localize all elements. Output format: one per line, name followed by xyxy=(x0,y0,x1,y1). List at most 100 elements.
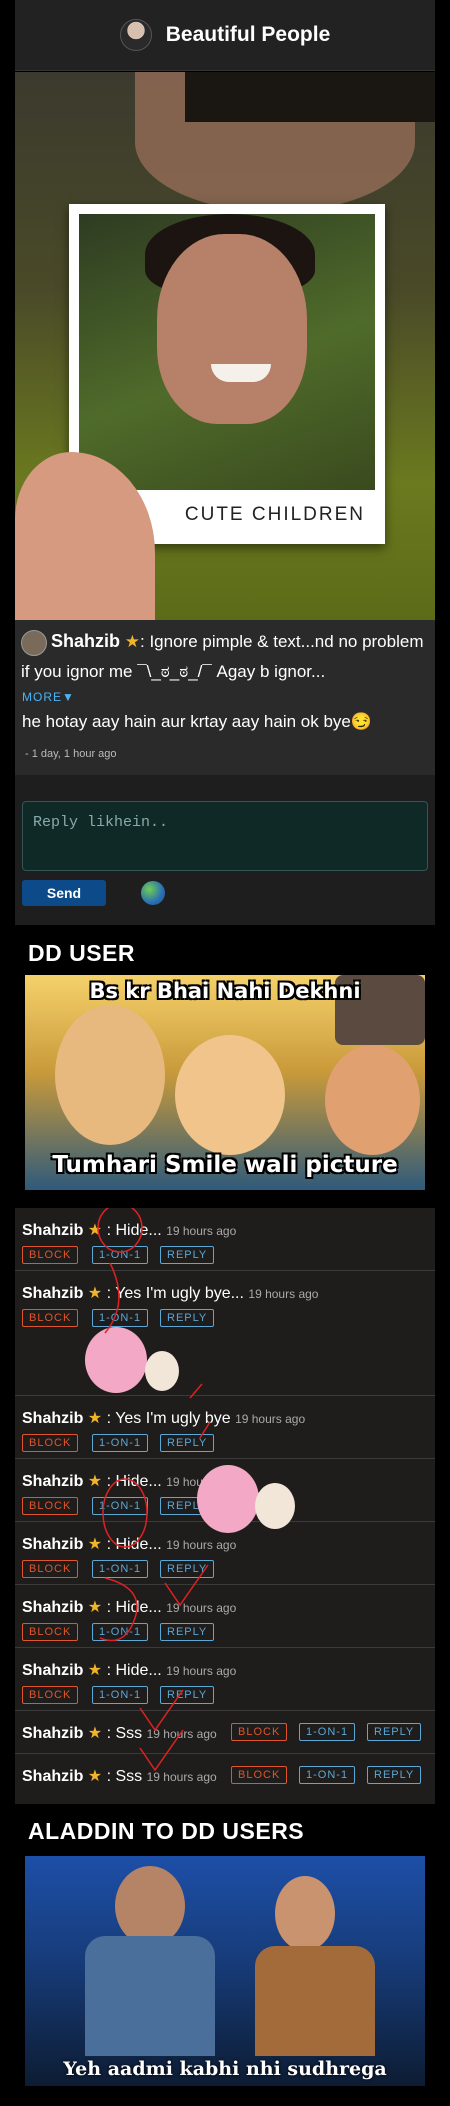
page-header: Beautiful People xyxy=(15,0,435,71)
comment-username[interactable]: Shahzib xyxy=(22,1222,83,1239)
meme-caption: Yeh aadmi kabhi nhi sudhrega xyxy=(63,2058,387,2080)
one-on-one-button[interactable]: 1-ON-1 xyxy=(92,1623,149,1641)
comment-row: Shahzib ★ : Hide... 19 hours ago BLOCK 1… xyxy=(15,1208,435,1271)
comment-text: : Sss xyxy=(106,1768,143,1785)
polaroid-photo xyxy=(79,214,375,490)
comments-list: Shahzib ★ : Hide... 19 hours ago BLOCK 1… xyxy=(15,1208,435,1804)
comment-text: : Hide... xyxy=(106,1473,162,1490)
woman-body xyxy=(255,1946,375,2056)
comment-time: 19 hours ago xyxy=(166,1538,237,1552)
comment-username[interactable]: Shahzib xyxy=(22,1536,83,1553)
comment-text: : Hide... xyxy=(106,1599,162,1616)
star-icon: ★ xyxy=(87,1410,103,1427)
meme-image-2[interactable]: Yeh aadmi kabhi nhi sudhrega xyxy=(25,1856,425,2086)
meme-image-1[interactable]: Bs kr Bhai Nahi Dekhni Tumhari Smile wal… xyxy=(25,975,425,1190)
block-button[interactable]: BLOCK xyxy=(22,1309,79,1327)
one-on-one-button[interactable]: 1-ON-1 xyxy=(299,1766,356,1784)
comment-row: Shahzib ★ : Sss 19 hours ago BLOCK 1-ON-… xyxy=(15,1711,435,1754)
profile-avatar[interactable] xyxy=(119,19,152,51)
block-button[interactable]: BLOCK xyxy=(22,1497,79,1515)
comment-username[interactable]: Shahzib xyxy=(22,1473,83,1490)
comment-username[interactable]: Shahzib xyxy=(22,1599,83,1616)
page-title: Beautiful People xyxy=(165,23,331,46)
globe-icon[interactable] xyxy=(141,881,165,905)
meme-bottom-text: Tumhari Smile wali picture xyxy=(52,1152,398,1178)
block-button[interactable]: BLOCK xyxy=(22,1434,79,1452)
man-face xyxy=(115,1866,185,1946)
comment-row: Shahzib ★ : Hide... 19 hours ago BLOCK 1… xyxy=(15,1522,435,1585)
reply-button[interactable]: REPLY xyxy=(160,1686,215,1704)
one-on-one-button[interactable]: 1-ON-1 xyxy=(92,1434,149,1452)
comment-row: Shahzib ★ : Yes I'm ugly bye 19 hours ag… xyxy=(15,1396,435,1459)
reply-button[interactable]: REPLY xyxy=(160,1560,215,1578)
block-button[interactable]: BLOCK xyxy=(231,1723,288,1741)
comment-line: Shahzib ★ : Hide... 19 hours ago xyxy=(22,1660,236,1680)
block-button[interactable]: BLOCK xyxy=(22,1686,79,1704)
star-icon: ★ xyxy=(87,1599,103,1616)
block-button[interactable]: BLOCK xyxy=(22,1246,79,1264)
reply-button[interactable]: REPLY xyxy=(160,1434,215,1452)
comment-time: 19 hours ago xyxy=(235,1412,306,1426)
comment-row: Shahzib ★ : Hide... 19 hours ago BLOCK 1… xyxy=(15,1648,435,1711)
comment-text: : Hide... xyxy=(106,1662,162,1679)
comment-time: 19 hours ago xyxy=(146,1770,217,1784)
post-text-line: Shahzib ★: Ignore pimple & text...nd no … xyxy=(21,626,429,687)
comment-line: Shahzib ★ : Sss 19 hours ago xyxy=(22,1766,217,1786)
comment-time: 19 hours ago xyxy=(146,1727,217,1741)
comment-row: Shahzib ★ : Hide... 19 hours ago BLOCK 1… xyxy=(15,1459,435,1533)
comment-line: Shahzib ★ : Sss 19 hours ago xyxy=(22,1723,217,1743)
comment-username[interactable]: Shahzib xyxy=(22,1725,83,1742)
comment-line: Shahzib ★ : Yes I'm ugly bye 19 hours ag… xyxy=(22,1408,305,1428)
comment-text: : Yes I'm ugly bye... xyxy=(106,1285,244,1302)
section-title-dd-user: DD USER xyxy=(28,940,136,966)
comment-username[interactable]: Shahzib xyxy=(22,1662,83,1679)
reply-button[interactable]: REPLY xyxy=(160,1246,215,1264)
block-button[interactable]: BLOCK xyxy=(231,1766,288,1784)
comment-line: Shahzib ★ : Hide... 19 hours ago xyxy=(22,1597,236,1617)
reply-button[interactable]: REPLY xyxy=(367,1723,422,1741)
user-avatar[interactable] xyxy=(21,629,47,656)
block-button[interactable]: BLOCK xyxy=(22,1623,79,1641)
comment-text: : Sss xyxy=(106,1725,143,1742)
star-icon: ★ xyxy=(87,1285,103,1302)
comment-text: : Yes I'm ugly bye xyxy=(106,1410,231,1427)
comment-time: 19 hours ago xyxy=(166,1664,237,1678)
woman-face xyxy=(275,1876,335,1951)
cartoon-face-center xyxy=(175,1035,285,1155)
smile-shape xyxy=(211,364,271,382)
cartoon-face-left xyxy=(55,1005,165,1145)
star-icon: ★ xyxy=(124,632,140,651)
one-on-one-button[interactable]: 1-ON-1 xyxy=(92,1560,149,1578)
man-body xyxy=(85,1936,215,2056)
one-on-one-button[interactable]: 1-ON-1 xyxy=(92,1309,149,1327)
comment-text: : Hide... xyxy=(106,1536,162,1553)
reply-button[interactable]: REPLY xyxy=(367,1766,422,1784)
comment-row: Shahzib ★ : Sss 19 hours ago BLOCK 1-ON-… xyxy=(15,1754,435,1796)
meme-top-text: Bs kr Bhai Nahi Dekhni xyxy=(89,979,361,1003)
one-on-one-button[interactable]: 1-ON-1 xyxy=(92,1497,149,1515)
comment-time: 19 hours ago xyxy=(166,1601,237,1615)
post-text-2: he hotay aay hain aur krtay aay hain ok … xyxy=(22,712,373,731)
one-on-one-button[interactable]: 1-ON-1 xyxy=(92,1686,149,1704)
one-on-one-button[interactable]: 1-ON-1 xyxy=(299,1723,356,1741)
one-on-one-button[interactable]: 1-ON-1 xyxy=(92,1246,149,1264)
small-bunny-sticker xyxy=(145,1351,179,1391)
comment-row: Shahzib ★ : Yes I'm ugly bye... 19 hours… xyxy=(15,1271,435,1396)
post-username[interactable]: Shahzib xyxy=(51,631,120,651)
comment-username[interactable]: Shahzib xyxy=(22,1768,83,1785)
star-icon: ★ xyxy=(87,1473,103,1490)
post-image[interactable]: CUTE CHILDREN xyxy=(15,72,435,620)
star-icon: ★ xyxy=(87,1222,103,1239)
comment-username[interactable]: Shahzib xyxy=(22,1410,83,1427)
comment-line: Shahzib ★ : Yes I'm ugly bye... 19 hours… xyxy=(22,1283,318,1303)
block-button[interactable]: BLOCK xyxy=(22,1560,79,1578)
reply-button[interactable]: REPLY xyxy=(160,1623,215,1641)
send-button[interactable]: Send xyxy=(22,880,106,906)
comment-username[interactable]: Shahzib xyxy=(22,1285,83,1302)
more-link[interactable]: MORE▼ xyxy=(22,690,75,704)
post-body: Shahzib ★: Ignore pimple & text...nd no … xyxy=(15,620,435,775)
comment-line: Shahzib ★ : Hide... 19 hours ago xyxy=(22,1534,236,1554)
background-hair xyxy=(185,72,435,122)
reply-button[interactable]: REPLY xyxy=(160,1309,215,1327)
reply-input[interactable]: Reply likhein.. xyxy=(22,801,428,871)
